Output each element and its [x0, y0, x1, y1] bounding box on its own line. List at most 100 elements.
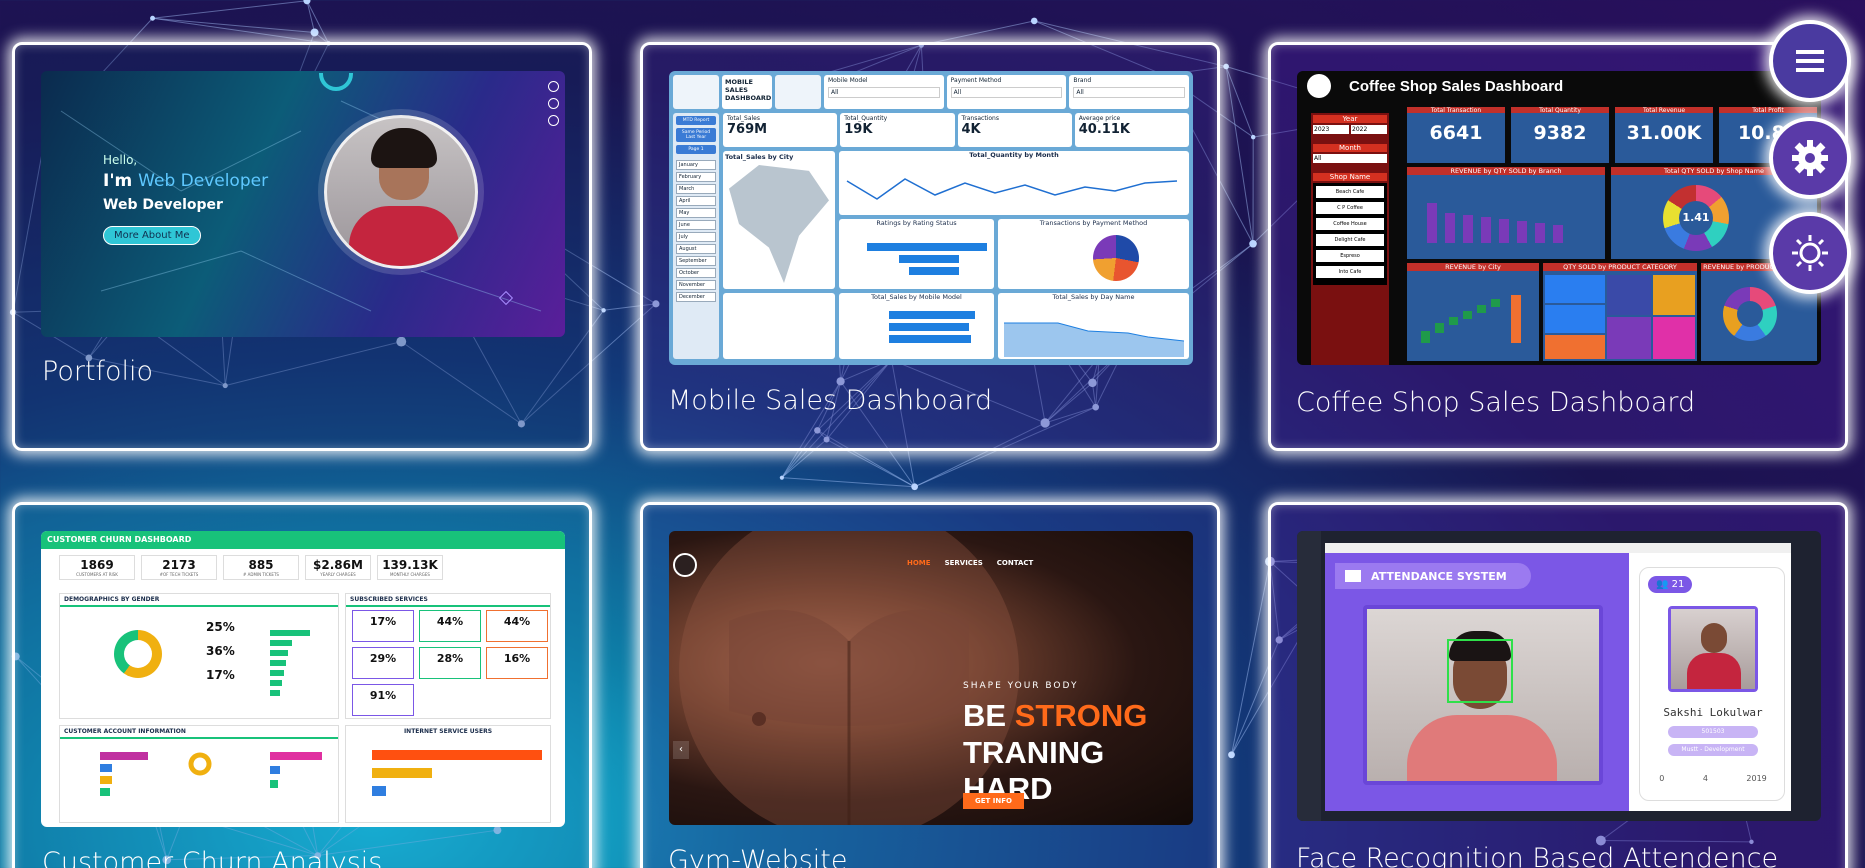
month-option[interactable]: September	[676, 256, 716, 266]
kpi-value: 9382	[1533, 122, 1587, 144]
shop-option[interactable]: Delight Cafe	[1316, 234, 1384, 246]
kpi-label: Total Revenue	[1642, 107, 1686, 114]
internet-bars	[372, 750, 542, 796]
year-2022[interactable]: 2022	[1351, 125, 1387, 134]
panel-title: Total_Sales by Mobile Model	[871, 293, 962, 301]
month-option[interactable]: December	[676, 292, 716, 302]
kpi-card: Transactions 4K	[957, 113, 1072, 147]
get-info-button[interactable]: GET INFO	[963, 793, 1024, 809]
more-about-me-button[interactable]: More About Me	[103, 226, 201, 245]
month-option[interactable]: January	[676, 160, 716, 170]
quantity-line-chart	[846, 178, 1178, 200]
settings-button[interactable]	[1769, 117, 1851, 199]
headline: I'm Web Developer	[103, 171, 268, 191]
shop-option[interactable]: Coffee House	[1316, 218, 1384, 230]
month-option[interactable]: July	[676, 232, 716, 242]
filter-dropdown[interactable]: Mobile Model All	[824, 75, 944, 109]
ratings-panel: Ratings by Rating Status	[839, 219, 994, 289]
kpi-card: 139.13K MONTHLY CHARGES	[377, 555, 443, 580]
kpi-card: $2.86M YEARLY CHARGES	[305, 555, 371, 580]
year-2023[interactable]: 2023	[1313, 125, 1349, 134]
month-option[interactable]: May	[676, 208, 716, 218]
brand-table	[723, 293, 835, 359]
project-card-face-recognition[interactable]: ATTENDANCE SYSTEM 👥 21 Sakshi Lokulwar 5…	[1268, 502, 1848, 868]
demo-percentage: 25%	[206, 620, 235, 634]
month-option[interactable]: August	[676, 244, 716, 254]
nav-link-home[interactable]: HOME	[907, 559, 931, 567]
phone-icon	[673, 75, 719, 109]
face-detect-box	[1447, 639, 1513, 703]
filter-dropdown[interactable]: Brand All	[1069, 75, 1190, 109]
department-pill: Mustt - Development	[1668, 744, 1758, 756]
theme-button[interactable]	[1769, 212, 1851, 294]
mobile-sidebar: MTD Report Same Period Last Year Page 1 Ja…	[673, 113, 719, 359]
side-button[interactable]: MTD Report	[676, 116, 716, 125]
face-attendance-thumbnail: ATTENDANCE SYSTEM 👥 21 Sakshi Lokulwar 5…	[1297, 531, 1821, 821]
project-title: Portfolio	[42, 356, 154, 387]
camera-feed	[1367, 609, 1599, 781]
month-option[interactable]: April	[676, 196, 716, 206]
settings-icon[interactable]	[548, 98, 559, 109]
nav-link-services[interactable]: SERVICES	[945, 559, 983, 567]
typed-role: Web Developer	[138, 171, 269, 191]
kpi-value: 19K	[844, 122, 873, 137]
kpi-label: Transactions	[961, 115, 999, 122]
sales-by-model-panel: Total_Sales by Mobile Model	[839, 293, 994, 359]
project-card-mobile-sales[interactable]: MOBILE SALES DASHBOARD Mobile Model All Pa…	[640, 42, 1220, 451]
profile-photo	[324, 115, 478, 269]
category-donut	[1723, 287, 1777, 341]
filter-value: All	[950, 87, 1063, 98]
kpi-card: Average price 40.11K	[1074, 113, 1189, 147]
side-buttons: MTD Report Same Period Last Year Page 1	[676, 116, 716, 154]
month-option[interactable]: February	[676, 172, 716, 182]
internet-users-panel: INTERNET SERVICE USERS	[345, 725, 551, 823]
gear-icon[interactable]	[548, 115, 559, 126]
shop-option[interactable]: Beach Cafe	[1316, 186, 1384, 198]
project-title: Mobile Sales Dashboard	[668, 385, 993, 416]
filter-label: Mobile Model	[828, 77, 868, 84]
project-card-gym[interactable]: HOME SERVICES CONTACT SHAPE YOUR BODY BE S…	[640, 502, 1220, 868]
nav-link-contact[interactable]: CONTACT	[997, 559, 1034, 567]
role-text: Web Developer	[103, 197, 223, 213]
branch-bars	[1427, 203, 1563, 243]
kpi-label: MONTHLY CHARGES	[390, 572, 430, 577]
side-button[interactable]: Same Period Last Year	[676, 128, 716, 142]
kpi-value: 1869	[80, 558, 114, 572]
month-option[interactable]: November	[676, 280, 716, 290]
carousel-prev-icon[interactable]: ‹	[673, 741, 689, 759]
project-card-portfolio[interactable]: Hello, I'm Web Developer Web Developer M…	[12, 42, 592, 451]
category-treemap: QTY SOLD by PRODUCT CATEGORY	[1543, 263, 1697, 361]
app-window: ATTENDANCE SYSTEM 👥 21 Sakshi Lokulwar 5…	[1325, 543, 1791, 811]
menu-button[interactable]	[1769, 20, 1851, 102]
filter-dropdown[interactable]: Payment Method All	[946, 75, 1067, 109]
shop-option[interactable]: C P Coffee	[1316, 202, 1384, 214]
month-option[interactable]: October	[676, 268, 716, 278]
year-label: Year	[1313, 115, 1387, 123]
kpi-label: # ADMIN TICKETS	[243, 572, 279, 577]
project-card-coffee-shop[interactable]: Coffee Shop Sales Dashboard Year 2023 20…	[1268, 42, 1848, 451]
shop-option[interactable]: Into Cafe	[1316, 266, 1384, 278]
month-option[interactable]: June	[676, 220, 716, 230]
payment-pie	[1093, 235, 1139, 281]
month-label: Month	[1313, 144, 1387, 152]
kpi-label: #OF TECH TICKETS	[159, 572, 199, 577]
project-title: Customer Churn Analysis	[42, 847, 383, 868]
service-tile: 44%	[419, 610, 481, 642]
project-title: Gym-Website	[668, 845, 848, 868]
shop-option[interactable]: Espreso	[1316, 250, 1384, 262]
project-card-churn[interactable]: CUSTOMER CHURN DASHBOARD 1869 CUSTOMERS A…	[12, 502, 592, 868]
demo-percentage: 17%	[206, 668, 235, 682]
services-grid: 17% 44% 44% 29% 28% 16% 91%	[352, 610, 548, 716]
kpi-card: Total_Sales 769M	[723, 113, 838, 147]
side-button[interactable]: Page 1	[676, 145, 716, 154]
kpi-value: 139.13K	[382, 558, 438, 572]
profile-stats: 0 4 2019	[1640, 774, 1786, 783]
kpi-value: 40.11K	[1078, 122, 1130, 137]
churn-title: CUSTOMER CHURN DASHBOARD	[41, 531, 565, 549]
kpi-card: Total Revenue 31.00K	[1615, 107, 1713, 163]
gym-headline: BE STRONG	[963, 697, 1147, 735]
month-select[interactable]: All	[1313, 154, 1387, 163]
service-tile: 28%	[419, 647, 481, 679]
menu-icon[interactable]	[548, 81, 559, 92]
month-option[interactable]: March	[676, 184, 716, 194]
